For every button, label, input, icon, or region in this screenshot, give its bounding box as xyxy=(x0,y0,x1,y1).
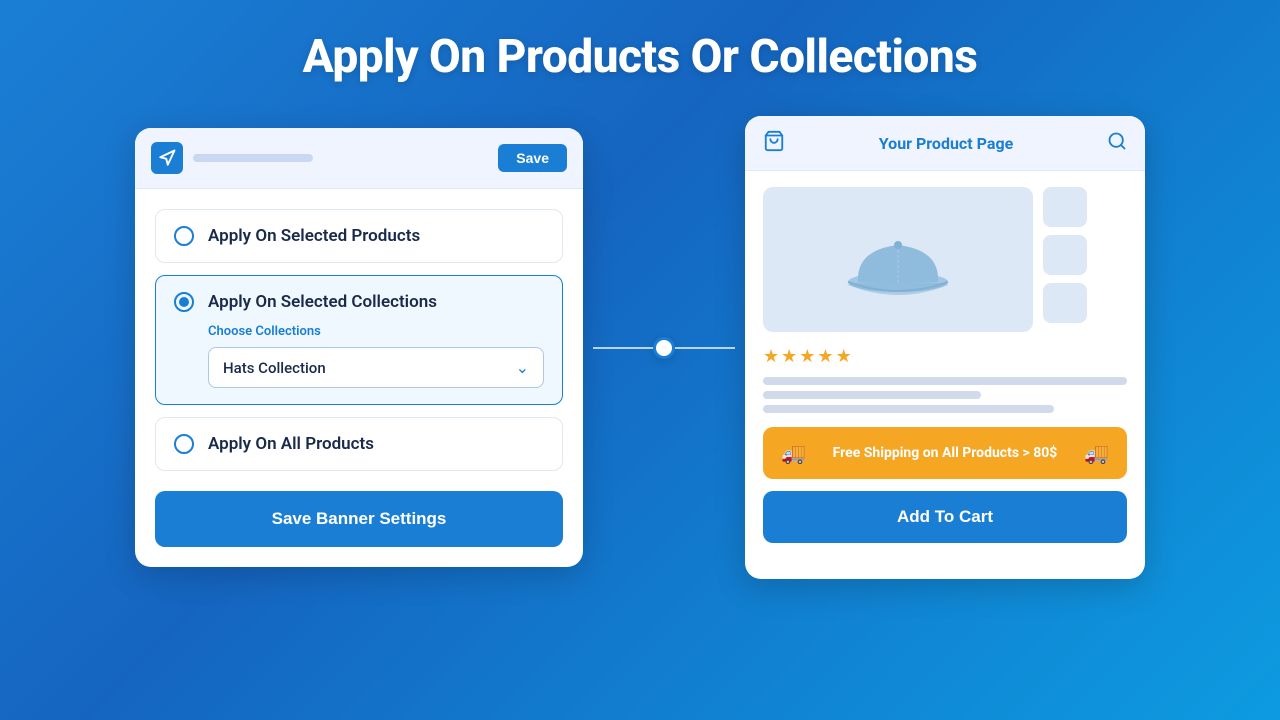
card-body: Apply On Selected Products Apply On Sele… xyxy=(135,189,583,471)
product-main-image xyxy=(763,187,1033,332)
save-banner-settings-button[interactable]: Save Banner Settings xyxy=(155,491,563,547)
collection-select-value: Hats Collection xyxy=(223,359,326,377)
option-selected-products[interactable]: Apply On Selected Products xyxy=(155,209,563,263)
cards-row: Save Apply On Selected Products Apply On… xyxy=(60,116,1220,579)
connector-line-right xyxy=(675,347,735,349)
radio-all-products[interactable] xyxy=(174,434,194,454)
right-card-title: Your Product Page xyxy=(879,134,1013,153)
product-thumbnails xyxy=(1043,187,1087,332)
shipping-banner-text: Free Shipping on All Products > 80$ xyxy=(818,445,1072,461)
save-button[interactable]: Save xyxy=(498,144,567,172)
product-thumbnail-1[interactable] xyxy=(1043,187,1087,227)
connector-dot xyxy=(653,337,675,359)
star-1: ★ xyxy=(763,346,779,367)
option-label-row-1: Apply On Selected Products xyxy=(174,226,544,246)
megaphone-icon xyxy=(151,142,183,174)
right-card-header: Your Product Page xyxy=(745,116,1145,171)
cart-icon xyxy=(763,130,785,156)
product-thumbnail-2[interactable] xyxy=(1043,235,1087,275)
star-3: ★ xyxy=(799,346,815,367)
option-all-products[interactable]: Apply On All Products xyxy=(155,417,563,471)
text-line-3 xyxy=(763,405,1054,413)
option-selected-products-label: Apply On Selected Products xyxy=(208,226,420,246)
truck-icon-left: 🚚 xyxy=(781,441,806,465)
product-thumbnail-3[interactable] xyxy=(1043,283,1087,323)
option-all-products-label: Apply On All Products xyxy=(208,434,374,454)
star-4: ★ xyxy=(817,346,833,367)
star-2: ★ xyxy=(781,346,797,367)
text-line-2 xyxy=(763,391,981,399)
connector-line-left xyxy=(593,347,653,349)
collection-select-dropdown[interactable]: Hats Collection ⌄ xyxy=(208,347,544,388)
connector xyxy=(583,337,745,359)
option-selected-collections[interactable]: Apply On Selected Collections Choose Col… xyxy=(155,275,563,405)
product-description-lines xyxy=(763,377,1127,413)
product-image-row xyxy=(763,187,1127,332)
option-label-row-3: Apply On All Products xyxy=(174,434,544,454)
chevron-down-icon: ⌄ xyxy=(516,358,529,377)
search-icon[interactable] xyxy=(1107,131,1127,155)
choose-collections-label: Choose Collections xyxy=(208,324,544,339)
option-label-row-2: Apply On Selected Collections xyxy=(174,292,544,312)
radio-selected-products[interactable] xyxy=(174,226,194,246)
card-header: Save xyxy=(135,128,583,189)
option-selected-collections-label: Apply On Selected Collections xyxy=(208,292,437,312)
page-title: Apply On Products Or Collections xyxy=(303,30,978,84)
truck-icon-right: 🚚 xyxy=(1084,441,1109,465)
radio-selected-collections[interactable] xyxy=(174,292,194,312)
header-line xyxy=(193,154,313,162)
left-card: Save Apply On Selected Products Apply On… xyxy=(135,128,583,567)
right-card-body: ★ ★ ★ ★ ★ 🚚 Free Shipping on All Product… xyxy=(745,171,1145,559)
shipping-banner: 🚚 Free Shipping on All Products > 80$ 🚚 xyxy=(763,427,1127,479)
right-card: Your Product Page xyxy=(745,116,1145,579)
add-to-cart-button[interactable]: Add To Cart xyxy=(763,491,1127,543)
text-line-1 xyxy=(763,377,1127,385)
star-rating: ★ ★ ★ ★ ★ xyxy=(763,346,1127,367)
card-header-left xyxy=(151,142,313,174)
star-5: ★ xyxy=(836,346,852,367)
